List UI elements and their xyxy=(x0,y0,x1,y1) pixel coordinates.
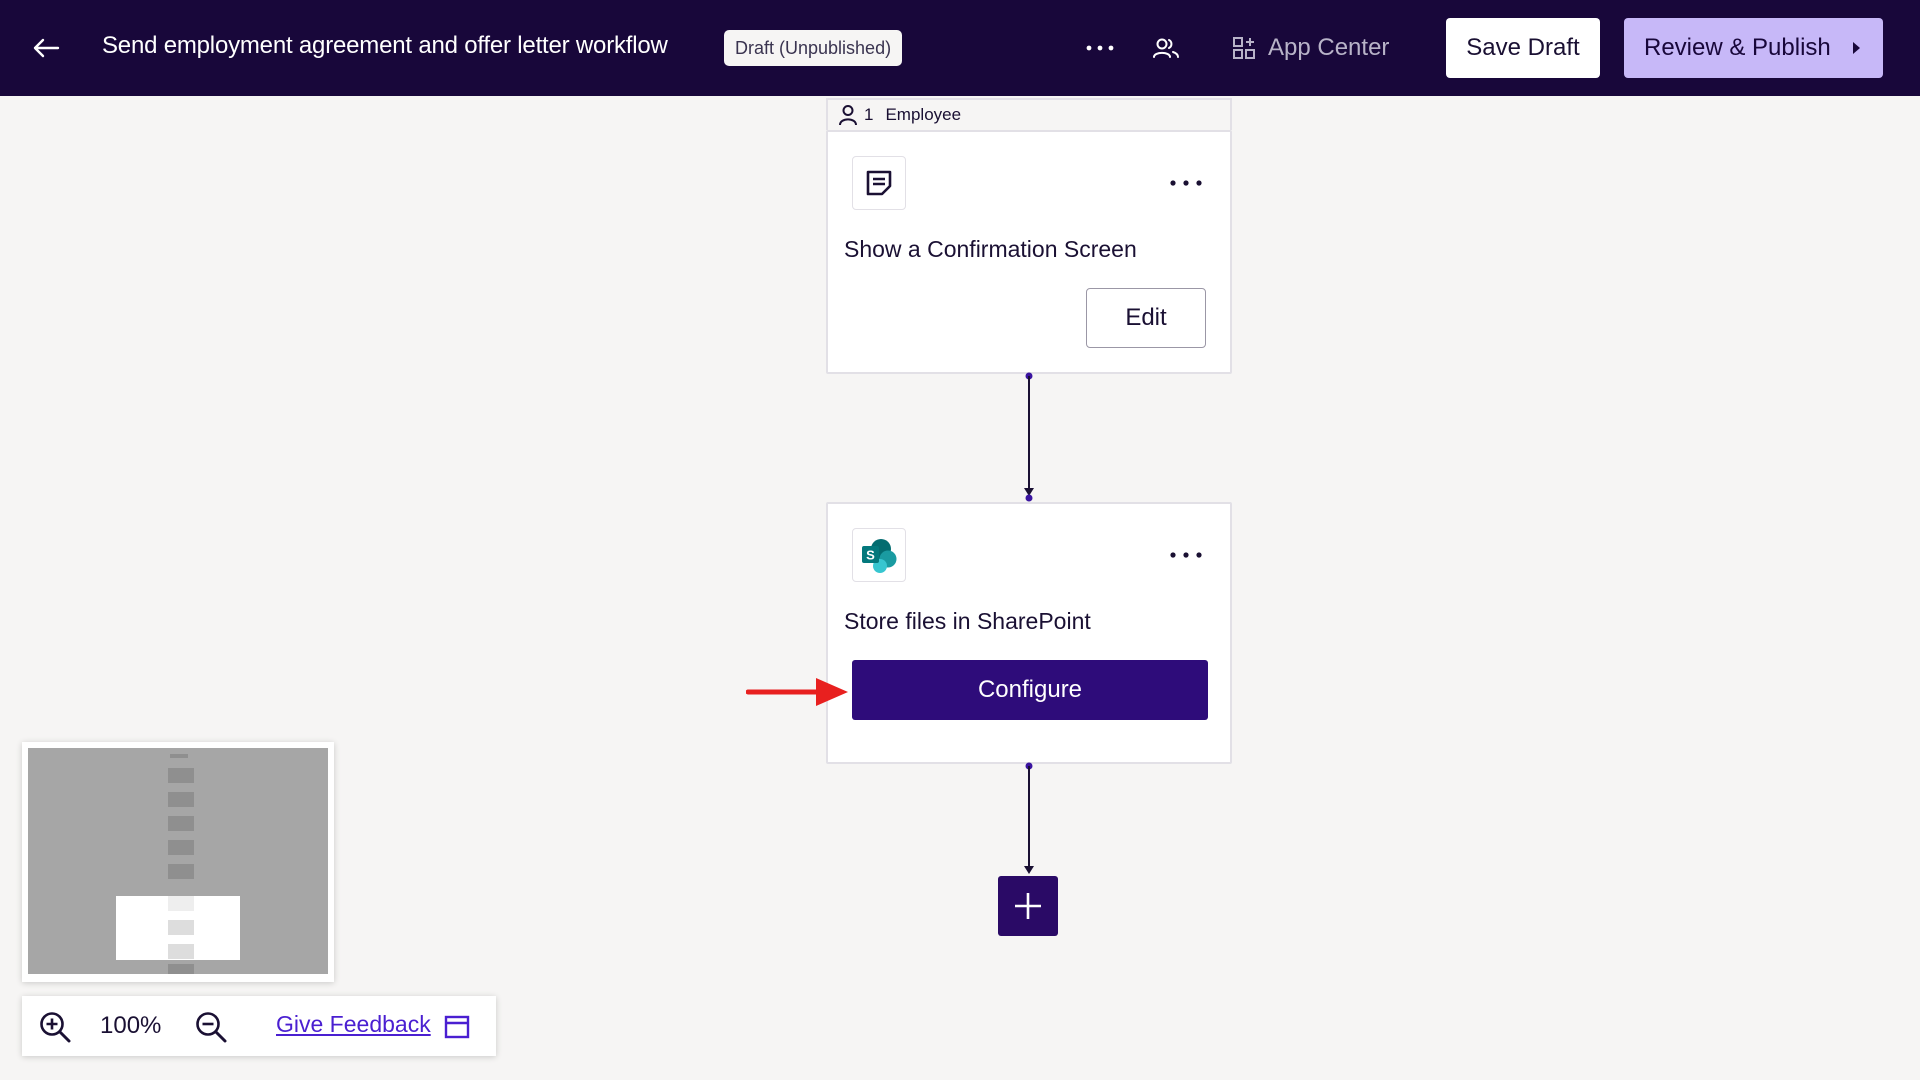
save-draft-button[interactable]: Save Draft xyxy=(1446,18,1600,78)
zoom-controls: 100% Give Feedback xyxy=(22,996,496,1056)
zoom-out-icon[interactable] xyxy=(194,1010,228,1044)
step-card-confirmation[interactable]: Show a Confirmation Screen Edit xyxy=(826,130,1232,374)
feedback-panel-icon[interactable] xyxy=(444,1014,470,1040)
connector-line xyxy=(1024,762,1034,874)
connector-line xyxy=(1024,372,1034,502)
step-title: Show a Confirmation Screen xyxy=(844,236,1137,262)
app-center-label: App Center xyxy=(1268,34,1390,61)
minimap-node xyxy=(168,816,194,831)
workflow-title: Send employment agreement and offer lett… xyxy=(102,32,668,59)
step-title: Store files in SharePoint xyxy=(844,608,1091,634)
status-badge: Draft (Unpublished) xyxy=(724,30,903,66)
minimap-node xyxy=(170,754,188,758)
zoom-level: 100% xyxy=(100,1012,162,1039)
plus-icon xyxy=(1015,893,1041,919)
minimap-canvas xyxy=(28,748,328,974)
minimap-node xyxy=(168,920,194,935)
zoom-in-icon[interactable] xyxy=(38,1010,72,1044)
step-more-button[interactable] xyxy=(1166,168,1206,198)
assignee-label: Employee xyxy=(885,105,962,124)
give-feedback-link[interactable]: Give Feedback xyxy=(276,1011,431,1038)
step-card-sharepoint[interactable]: S Store files in SharePoint Configure xyxy=(826,502,1232,764)
minimap-node xyxy=(168,944,194,959)
minimap[interactable] xyxy=(22,742,334,982)
minimap-node xyxy=(168,896,194,911)
back-button[interactable] xyxy=(28,30,64,66)
review-publish-label: Review & Publish xyxy=(1644,34,1831,61)
app-center-button[interactable]: App Center xyxy=(1232,28,1389,68)
sharepoint-icon: S xyxy=(862,539,897,573)
minimap-node xyxy=(168,768,194,783)
step-assignee-header: 1 Employee xyxy=(826,98,1232,130)
step-icon-box xyxy=(852,156,906,210)
annotation-arrow-icon xyxy=(746,678,848,706)
more-horizontal-icon xyxy=(1086,45,1114,51)
step-icon-box: S xyxy=(852,528,906,582)
caret-right-icon xyxy=(1852,42,1860,54)
top-bar: Send employment agreement and offer lett… xyxy=(0,0,1920,96)
edit-button[interactable]: Edit xyxy=(1086,288,1206,348)
sharepoint-letter: S xyxy=(866,548,875,563)
step-more-button[interactable] xyxy=(1166,540,1206,570)
collaborators-button[interactable] xyxy=(1148,30,1184,66)
more-horizontal-icon xyxy=(1170,180,1202,186)
minimap-node xyxy=(168,964,194,974)
add-step-button[interactable] xyxy=(998,876,1058,936)
users-icon xyxy=(1153,38,1179,58)
form-screen-icon xyxy=(866,170,892,196)
minimap-node xyxy=(168,864,194,879)
more-options-button[interactable] xyxy=(1080,30,1120,66)
minimap-node xyxy=(168,792,194,807)
back-arrow-icon xyxy=(33,38,60,58)
configure-button[interactable]: Configure xyxy=(852,660,1208,720)
person-icon xyxy=(839,105,857,126)
assignee-count: 1 xyxy=(864,105,874,124)
more-horizontal-icon xyxy=(1170,552,1202,558)
app-center-icon xyxy=(1233,37,1255,59)
minimap-node xyxy=(168,840,194,855)
review-publish-button[interactable]: Review & Publish xyxy=(1624,18,1883,78)
